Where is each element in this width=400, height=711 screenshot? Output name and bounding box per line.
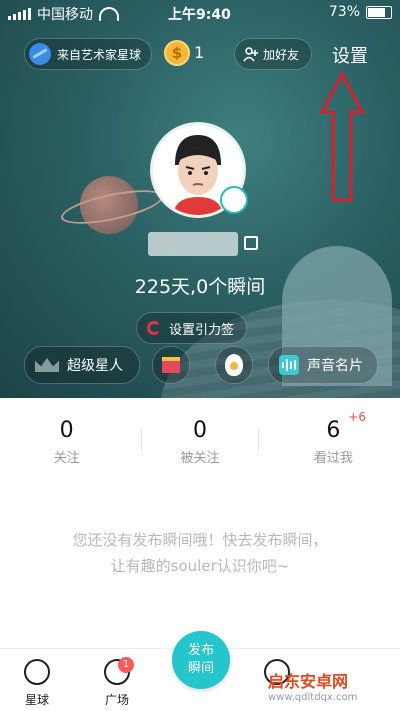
tab-planet[interactable]: 星球: [24, 659, 50, 708]
coin-icon[interactable]: $: [164, 40, 190, 66]
super-star-label: 超级星人: [67, 358, 123, 374]
wifi-icon: [99, 7, 119, 21]
voice-card-label: 声音名片: [307, 358, 363, 374]
planet-tab-icon: [24, 659, 50, 685]
clock: 上午9:40: [168, 7, 231, 23]
stat-label: 被关注: [180, 451, 220, 466]
add-friend-button[interactable]: 加好友: [234, 38, 313, 70]
username-blurred: [148, 232, 238, 256]
stat-number: 0: [59, 418, 74, 443]
tab-square[interactable]: 1 广场: [104, 657, 134, 708]
carrier-label: 中国移动: [37, 7, 93, 23]
watermark-title: 启东安卓网: [268, 672, 349, 691]
settings-button[interactable]: 设置: [332, 42, 368, 68]
magnet-icon: [147, 321, 161, 335]
planet-origin-badge[interactable]: 来自艺术家星球: [24, 38, 153, 70]
planet-icon: [29, 43, 51, 65]
status-bar: 中国移动 上午9:40 73%: [0, 0, 400, 26]
gravity-tag-label: 设置引力签: [169, 322, 235, 338]
crown-icon: [35, 358, 59, 372]
gift-icon: [162, 357, 180, 373]
notification-badge: 1: [118, 657, 134, 673]
gift-button[interactable]: [152, 346, 190, 384]
stats-row: 0 关注 0 被关注 6 看过我 +6: [0, 410, 400, 466]
square-tab-icon: 1: [104, 657, 134, 685]
gravity-tag-button[interactable]: 设置引力签: [136, 312, 248, 344]
divider: [141, 428, 142, 450]
watermark-url: www.qdltdqx.com: [268, 692, 358, 703]
stat-visitors[interactable]: 6 看过我 +6: [267, 410, 400, 466]
tab-label: 广场: [104, 693, 129, 707]
stat-followers[interactable]: 0 被关注: [133, 418, 266, 466]
publish-line-1: 发布: [187, 643, 214, 658]
egg-button[interactable]: [215, 346, 253, 384]
stat-number: 0: [192, 418, 207, 443]
battery-percent: 73%: [328, 4, 360, 20]
publish-moment-button[interactable]: 发布 瞬间: [172, 631, 230, 689]
battery-icon: [366, 5, 392, 19]
edit-name-icon[interactable]: [244, 236, 258, 250]
profile-days: 225天,0个瞬间: [134, 276, 266, 298]
red-arrow-annotation: [320, 72, 364, 202]
super-star-button[interactable]: 超级星人: [24, 346, 140, 384]
stat-following[interactable]: 0 关注: [0, 418, 133, 466]
site-watermark: 启东安卓网 www.qdltdqx.com: [268, 668, 357, 703]
egg-icon: [225, 354, 243, 376]
tab-label: 星球: [24, 693, 49, 707]
planet-label: 来自艺术家星球: [57, 47, 142, 62]
empty-state-message: 您还没有发布瞬间哦！快去发布瞬间， 让有趣的souler认识你吧~: [0, 527, 400, 579]
visitor-delta-badge: +6: [348, 410, 366, 424]
divider: [258, 428, 259, 450]
stat-number: 6: [326, 418, 341, 443]
stat-label: 关注: [53, 451, 80, 466]
edit-avatar-icon[interactable]: [220, 186, 248, 214]
voice-card-button[interactable]: 声音名片: [268, 346, 378, 384]
empty-line-2: 让有趣的souler认识你吧~: [110, 557, 290, 575]
add-friend-label: 加好友: [263, 47, 300, 62]
publish-line-2: 瞬间: [187, 661, 214, 676]
profile-header: 中国移动 上午9:40 73% 来自艺术家星球 $ 1 加好友 设置 225天,…: [0, 0, 400, 398]
add-user-icon: [243, 47, 258, 62]
empty-line-1: 您还没有发布瞬间哦！快去发布瞬间，: [72, 531, 328, 549]
coin-count: 1: [194, 43, 205, 62]
soundwave-icon: [279, 355, 299, 375]
stat-label: 看过我: [313, 451, 353, 466]
signal-icon: [8, 8, 31, 20]
